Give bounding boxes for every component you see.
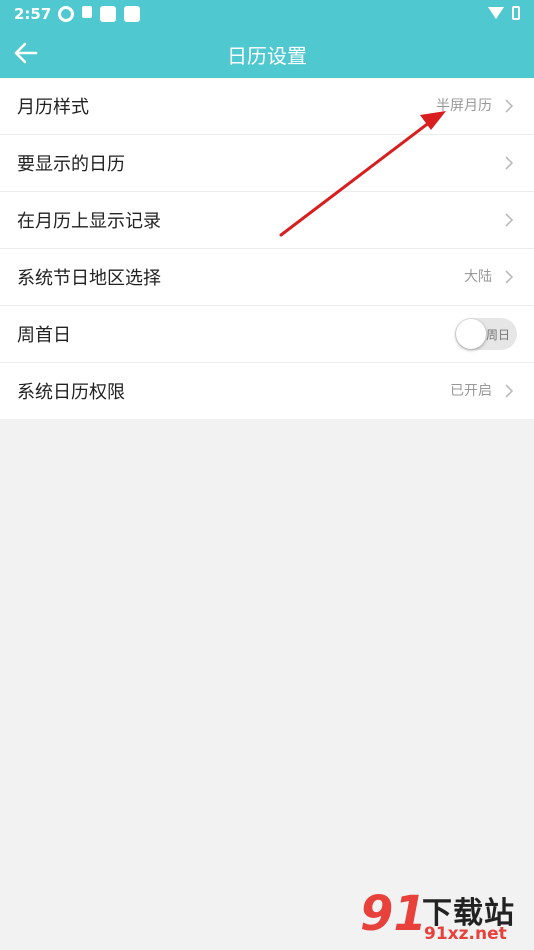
setting-value: 大陆 bbox=[464, 269, 492, 285]
chevron-right-icon bbox=[505, 270, 514, 284]
setting-value: 已开启 bbox=[450, 383, 492, 399]
battery-icon bbox=[512, 6, 520, 20]
setting-label: 在月历上显示记录 bbox=[17, 211, 161, 232]
setting-system-permission[interactable]: 系统日历权限 已开启 bbox=[0, 363, 534, 419]
chevron-right-icon bbox=[505, 99, 514, 113]
chevron-right-icon bbox=[505, 156, 514, 170]
setting-label: 周首日 bbox=[17, 325, 71, 346]
setting-holiday-region[interactable]: 系统节日地区选择 大陆 bbox=[0, 249, 534, 306]
setting-label: 要显示的日历 bbox=[17, 154, 125, 175]
setting-label: 系统节日地区选择 bbox=[17, 268, 161, 289]
app-notification-icon bbox=[82, 6, 92, 18]
setting-label: 系统日历权限 bbox=[17, 382, 125, 403]
settings-list: 月历样式 半屏月历 要显示的日历 在月历上显示记录 系统节日地区选择 大陆 周首… bbox=[0, 78, 534, 419]
toggle-text: 周日 bbox=[485, 328, 510, 342]
watermark-91-logo: 91 bbox=[360, 886, 427, 942]
setting-label: 月历样式 bbox=[17, 97, 89, 118]
status-time: 2:57 bbox=[14, 5, 52, 23]
setting-displayed-calendars[interactable]: 要显示的日历 bbox=[0, 135, 534, 192]
setting-value: 半屏月历 bbox=[436, 98, 492, 114]
square-notification-icon-2 bbox=[124, 6, 140, 22]
system-icons bbox=[488, 6, 520, 20]
wifi-icon bbox=[488, 7, 504, 19]
sync-icon bbox=[58, 6, 74, 22]
app-bar: 日历设置 bbox=[0, 28, 534, 78]
setting-week-start: 周首日 周日 bbox=[0, 306, 534, 363]
week-start-toggle[interactable]: 周日 bbox=[455, 318, 517, 350]
chevron-right-icon bbox=[505, 384, 514, 398]
square-notification-icon bbox=[100, 6, 116, 22]
toggle-knob bbox=[456, 319, 486, 349]
page-title: 日历设置 bbox=[227, 44, 307, 68]
watermark-url: 91xz.net bbox=[424, 924, 507, 944]
setting-month-style[interactable]: 月历样式 半屏月历 bbox=[0, 78, 534, 135]
notification-icons bbox=[58, 6, 140, 22]
setting-show-records[interactable]: 在月历上显示记录 bbox=[0, 192, 534, 249]
watermark-logo: 91 下载站 91xz.net bbox=[360, 884, 530, 948]
status-bar: 2:57 bbox=[0, 0, 534, 28]
chevron-right-icon bbox=[505, 213, 514, 227]
